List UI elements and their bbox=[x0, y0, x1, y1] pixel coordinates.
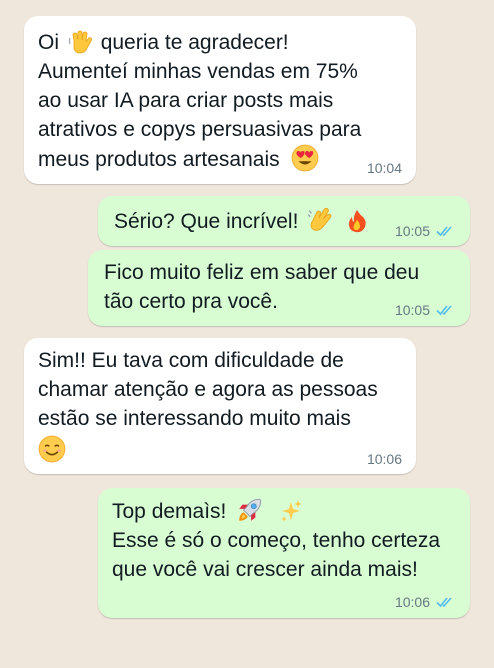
message-text: queria te agradecer! bbox=[100, 31, 289, 54]
message-text: Top demaìs! bbox=[112, 500, 227, 523]
message-meta: 10:04 bbox=[367, 160, 402, 176]
message-meta: 10:06 bbox=[367, 451, 402, 467]
sparkles-icon bbox=[281, 500, 303, 522]
message-line: Oi queria te agradecer! bbox=[38, 28, 402, 57]
message-text: Oi bbox=[38, 31, 59, 54]
smiling-face-icon bbox=[38, 435, 66, 463]
chat-area: Oi queria te agradecer! Aumenteí minhas … bbox=[0, 0, 494, 668]
timestamp: 10:06 bbox=[394, 594, 430, 610]
rocket-icon bbox=[239, 498, 262, 521]
waving-hand-icon bbox=[68, 30, 92, 54]
timestamp: 10:05 bbox=[394, 223, 430, 239]
message-bubble-incoming[interactable]: Oi queria te agradecer! Aumenteí minhas … bbox=[24, 16, 416, 184]
message-bubble-outgoing[interactable]: Fico muito feliz em saber que deu tão ce… bbox=[88, 250, 470, 326]
message-line: estão se interessando muito mais bbox=[38, 407, 351, 430]
message-line: Sim!! Eu tava com dificuldade de bbox=[38, 349, 344, 372]
message-line: ao usar IA para criar posts mais bbox=[38, 89, 334, 112]
message-line: Fico muito feliz em saber que deu bbox=[104, 261, 420, 284]
message-text: Sério? Que incrível! bbox=[114, 210, 299, 233]
read-receipt-icon bbox=[436, 305, 452, 316]
message-meta: 10:05 bbox=[395, 223, 456, 239]
message-meta: 10:05 bbox=[395, 302, 456, 318]
message-line: Aumenteí minhas vendas em 75% bbox=[38, 60, 358, 83]
message-bubble-outgoing[interactable]: Sério? Que incrível! 10:05 bbox=[98, 196, 470, 246]
timestamp: 10:06 bbox=[366, 451, 402, 467]
message-line: Top demaìs! bbox=[112, 496, 456, 526]
message-meta: 10:06 bbox=[395, 594, 456, 610]
timestamp: 10:04 bbox=[366, 160, 402, 176]
message-line: que você vai crescer ainda mais! bbox=[112, 558, 418, 581]
message-bubble-outgoing[interactable]: Top demaìs! Esse é só o começo, tenho ce… bbox=[98, 488, 470, 618]
heart-eyes-icon bbox=[292, 144, 319, 172]
message-line: chamar atenção e agora as pessoas bbox=[38, 378, 378, 401]
message-line: meus produtos artesanais bbox=[38, 144, 402, 174]
clapping-hands-icon bbox=[307, 207, 332, 231]
message-line: Esse é só o começo, tenho certeza bbox=[112, 529, 441, 552]
message-bubble-incoming[interactable]: Sim!! Eu tava com dificuldade de chamar … bbox=[24, 338, 416, 474]
timestamp: 10:05 bbox=[394, 302, 430, 318]
read-receipt-icon bbox=[436, 226, 452, 237]
read-receipt-icon bbox=[436, 597, 452, 608]
fire-icon bbox=[349, 210, 366, 233]
message-line: atrativos e copys persuasivas para bbox=[38, 118, 362, 141]
message-line bbox=[38, 433, 402, 465]
message-text: meus produtos artesanais bbox=[38, 148, 280, 171]
